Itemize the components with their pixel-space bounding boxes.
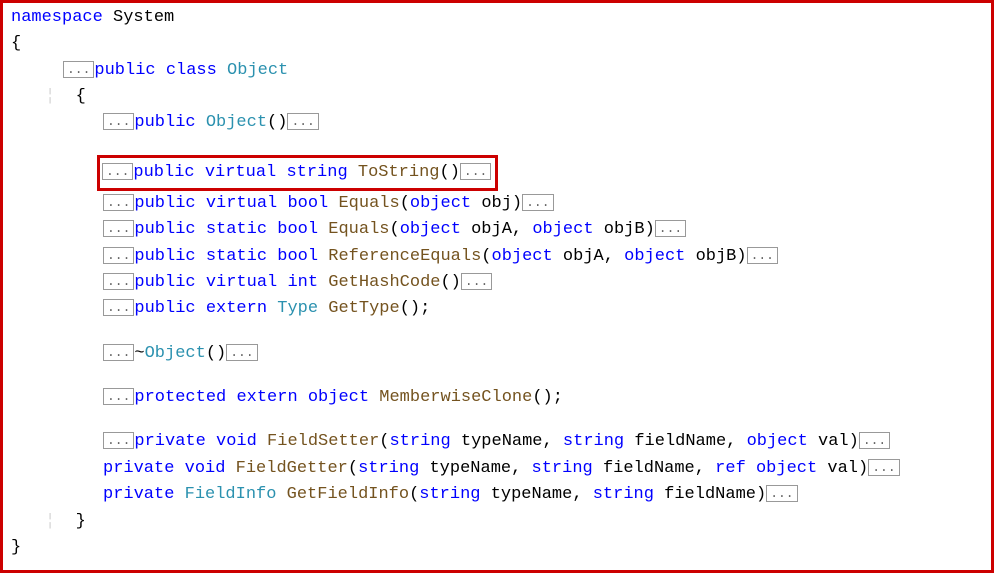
code-line-equals-instance: ...public virtual bool Equals(object obj… [3, 191, 991, 217]
code-line-equals-static: ...public static bool Equals(object objA… [3, 217, 991, 243]
fold-icon[interactable]: ... [102, 163, 133, 180]
fold-icon[interactable]: ... [103, 113, 134, 130]
fold-icon[interactable]: ... [103, 344, 134, 361]
fold-icon[interactable]: ... [460, 163, 491, 180]
code-line-class-brace-open: ¦ { [3, 84, 991, 110]
fold-icon[interactable]: ... [766, 485, 797, 502]
fold-icon[interactable]: ... [63, 61, 94, 78]
fold-icon[interactable]: ... [747, 247, 778, 264]
fold-icon[interactable]: ... [655, 220, 686, 237]
fold-icon[interactable]: ... [103, 388, 134, 405]
code-line-class-brace-close: ¦ } [3, 509, 991, 535]
fold-icon[interactable]: ... [461, 273, 492, 290]
fold-icon[interactable]: ... [868, 459, 899, 476]
code-line-gethashcode: ...public virtual int GetHashCode()... [3, 270, 991, 296]
code-line-class-decl: ...public class Object [3, 58, 991, 84]
code-line-memberwiseclone: ...protected extern object MemberwiseClo… [3, 385, 991, 411]
fold-icon[interactable]: ... [103, 247, 134, 264]
code-line-gettype: ...public extern Type GetType(); [3, 296, 991, 322]
code-line-fieldgetter: private void FieldGetter(string typeName… [3, 456, 991, 482]
fold-icon[interactable]: ... [226, 344, 257, 361]
fold-icon[interactable]: ... [522, 194, 553, 211]
fold-icon[interactable]: ... [103, 273, 134, 290]
code-line-dtor: ...~Object()... [3, 341, 991, 367]
code-line-ctor: ...public Object()... [3, 110, 991, 136]
fold-icon[interactable]: ... [103, 432, 134, 449]
code-line-brace-close: } [3, 535, 991, 561]
fold-icon[interactable]: ... [103, 299, 134, 316]
code-line-getfieldinfo: private FieldInfo GetFieldInfo(string ty… [3, 482, 991, 508]
code-line-refequals: ...public static bool ReferenceEquals(ob… [3, 244, 991, 270]
highlighted-line-tostring: ...public virtual string ToString()... [3, 155, 991, 191]
fold-icon[interactable]: ... [103, 220, 134, 237]
fold-icon[interactable]: ... [859, 432, 890, 449]
code-line-namespace: namespace System [3, 5, 991, 31]
fold-icon[interactable]: ... [287, 113, 318, 130]
fold-icon[interactable]: ... [103, 194, 134, 211]
code-line-brace-open: { [3, 31, 991, 57]
code-line-fieldsetter: ...private void FieldSetter(string typeN… [3, 429, 991, 455]
